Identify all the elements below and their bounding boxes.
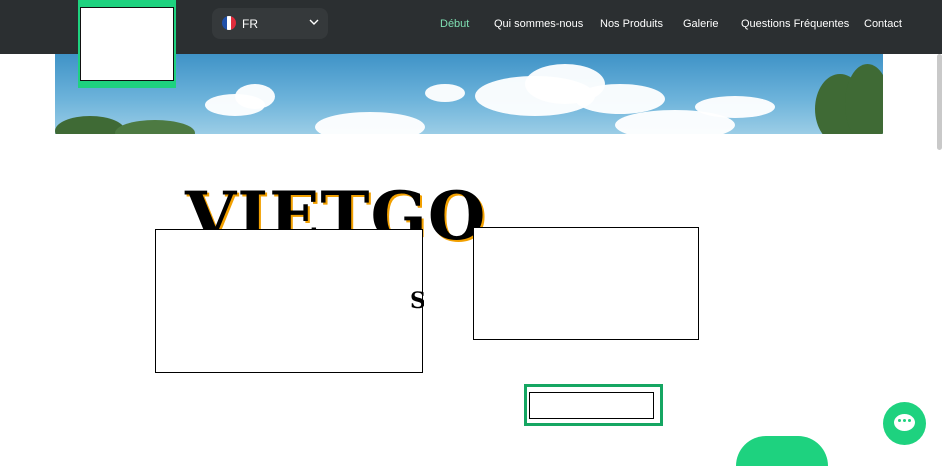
nav-item-galerie[interactable]: Galerie — [683, 18, 718, 30]
nav-item-debut[interactable]: Début — [440, 18, 469, 30]
nav-item-contact[interactable]: Contact — [864, 18, 902, 30]
nav-item-nos-produits[interactable]: Nos Produits — [600, 18, 663, 30]
nav-item-qui-sommes-nous[interactable]: Qui sommes-nous — [494, 18, 583, 30]
hero-banner-image — [55, 54, 883, 134]
logo[interactable] — [78, 0, 176, 88]
logo-image — [80, 7, 174, 81]
nav-item-questions-frequentes[interactable]: Questions Fréquentes — [741, 18, 849, 30]
cta-button[interactable] — [524, 384, 663, 426]
hero-image-right — [473, 227, 699, 340]
promo-badge[interactable] — [736, 436, 828, 466]
hero-image-left — [155, 229, 423, 373]
chat-widget-button[interactable] — [883, 402, 926, 445]
scrollbar[interactable] — [937, 54, 942, 150]
hero-text-fragment: S — [410, 288, 424, 314]
cta-button-image — [529, 392, 654, 419]
